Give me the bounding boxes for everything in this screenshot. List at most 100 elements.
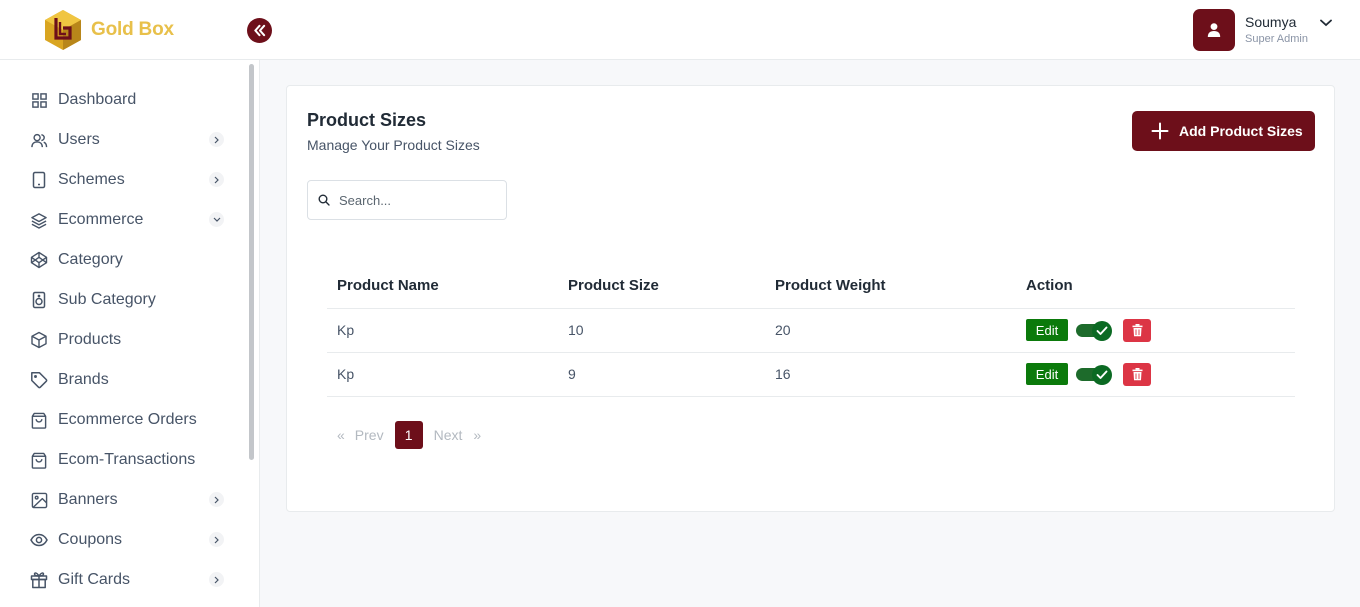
status-toggle[interactable]	[1076, 320, 1113, 341]
layers-icon	[30, 211, 48, 229]
first-page-button[interactable]: «	[337, 427, 345, 443]
edit-button[interactable]: Edit	[1026, 363, 1068, 385]
chevron-down-icon[interactable]	[1320, 19, 1332, 27]
sidebar-item-label: Ecommerce	[58, 211, 144, 228]
search-icon	[318, 194, 330, 206]
gift-icon	[30, 571, 48, 589]
search-box[interactable]	[307, 180, 507, 220]
cell-product-weight: 16	[765, 352, 1016, 397]
page-title: Product Sizes	[307, 110, 427, 130]
cell-product-weight: 20	[765, 308, 1016, 353]
codepen-icon	[30, 251, 48, 269]
sidebar-item-label: Ecom-Transactions	[58, 451, 196, 468]
delete-button[interactable]	[1123, 318, 1151, 342]
trash-icon	[1132, 323, 1142, 336]
sidebar-item-label: Banners	[58, 491, 118, 508]
user-name: Soumya	[1245, 14, 1297, 30]
brand-name: Gold Box	[91, 19, 174, 40]
sidebar-item-label: Sub Category	[58, 291, 156, 308]
sidebar-item-ecom-transactions[interactable]: Ecom-Transactions	[0, 440, 245, 480]
pagination: « Prev 1 Next »	[337, 421, 481, 449]
plus-icon	[1151, 122, 1169, 140]
chevrons-left-icon	[254, 24, 266, 37]
shopping-bag-icon	[30, 451, 48, 469]
sidebar-item-banners[interactable]: Banners	[0, 480, 245, 520]
sidebar-item-brands[interactable]: Brands	[0, 360, 245, 400]
sidebar-item-ecommerce-orders[interactable]: Ecommerce Orders	[0, 400, 245, 440]
cell-product-size: 10	[558, 308, 765, 353]
sidebar-item-label: Schemes	[58, 171, 125, 188]
sidebar-item-schemes[interactable]: Schemes	[0, 160, 245, 200]
sidebar: Dashboard Users Schemes Ecommerce Catego…	[0, 60, 260, 607]
sidebar-item-products[interactable]: Products	[0, 320, 245, 360]
gold-box-logo-icon	[45, 10, 81, 50]
table-row: Kp 10 20 Edit	[327, 308, 1295, 353]
box-icon	[30, 331, 48, 349]
chevron-right-icon[interactable]	[209, 572, 224, 587]
prev-page-button[interactable]: Prev	[355, 427, 384, 443]
next-page-button[interactable]: Next	[434, 427, 463, 443]
eye-icon	[30, 531, 48, 549]
speaker-icon	[30, 291, 48, 309]
add-product-sizes-button[interactable]: Add Product Sizes	[1132, 111, 1315, 151]
shopping-bag-icon	[30, 411, 48, 429]
sidebar-item-sub-category[interactable]: Sub Category	[0, 280, 245, 320]
product-sizes-card: Product Sizes Manage Your Product Sizes …	[286, 85, 1335, 512]
tag-icon	[30, 371, 48, 389]
cell-product-name: Kp	[327, 352, 558, 397]
chevron-right-icon[interactable]	[209, 132, 224, 147]
avatar	[1193, 9, 1235, 51]
product-sizes-table: Product Name Product Size Product Weight…	[327, 264, 1295, 397]
trash-icon	[1132, 367, 1142, 380]
sidebar-nav: Dashboard Users Schemes Ecommerce Catego…	[0, 80, 245, 600]
sidebar-item-label: Brands	[58, 371, 109, 388]
brand[interactable]: Gold Box	[42, 8, 174, 52]
sidebar-item-users[interactable]: Users	[0, 120, 245, 160]
add-product-sizes-label: Add Product Sizes	[1179, 123, 1303, 139]
chevron-down-icon[interactable]	[209, 212, 224, 227]
cell-actions: Edit	[1016, 308, 1295, 353]
sidebar-item-label: Products	[58, 331, 122, 348]
user-icon	[1207, 23, 1221, 37]
sidebar-item-label: Coupons	[58, 531, 123, 548]
page-subtitle: Manage Your Product Sizes	[307, 137, 480, 153]
table-header-row: Product Name Product Size Product Weight…	[327, 264, 1295, 309]
column-header-product-name[interactable]: Product Name	[327, 264, 558, 309]
sidebar-item-label: Category	[58, 251, 123, 268]
sidebar-scrollbar[interactable]	[249, 64, 254, 460]
check-icon	[1092, 364, 1112, 385]
column-header-action: Action	[1016, 264, 1295, 309]
check-icon	[1092, 320, 1112, 341]
chevron-right-icon[interactable]	[209, 172, 224, 187]
column-header-product-size[interactable]: Product Size	[558, 264, 765, 309]
user-role: Super Admin	[1245, 33, 1308, 45]
cell-product-size: 9	[558, 352, 765, 397]
column-header-product-weight[interactable]: Product Weight	[765, 264, 1016, 309]
edit-button[interactable]: Edit	[1026, 319, 1068, 341]
page-1-button[interactable]: 1	[394, 421, 423, 449]
sidebar-item-ecommerce[interactable]: Ecommerce	[0, 200, 245, 240]
collapse-sidebar-button[interactable]	[247, 18, 272, 43]
sidebar-item-label: Ecommerce Orders	[58, 411, 197, 428]
sidebar-item-label: Users	[58, 131, 100, 148]
users-icon	[30, 131, 48, 149]
cell-actions: Edit	[1016, 352, 1295, 397]
sidebar-item-coupons[interactable]: Coupons	[0, 520, 245, 560]
sidebar-item-dashboard[interactable]: Dashboard	[0, 80, 245, 120]
user-menu[interactable]: Soumya Super Admin	[1193, 9, 1332, 51]
chevron-right-icon[interactable]	[209, 532, 224, 547]
table-row: Kp 9 16 Edit	[327, 352, 1295, 397]
sidebar-item-category[interactable]: Category	[0, 240, 245, 280]
status-toggle[interactable]	[1076, 364, 1113, 385]
image-icon	[30, 491, 48, 509]
cell-product-name: Kp	[327, 308, 558, 353]
sidebar-item-label: Gift Cards	[58, 571, 131, 588]
search-input[interactable]	[339, 192, 499, 208]
last-page-button[interactable]: »	[473, 427, 481, 443]
chevron-right-icon[interactable]	[209, 492, 224, 507]
top-bar: Gold Box Soumya Super Admin	[0, 0, 1360, 60]
sidebar-item-label: Dashboard	[58, 91, 137, 108]
delete-button[interactable]	[1123, 362, 1151, 386]
grid-icon	[30, 91, 48, 109]
sidebar-item-gift-cards[interactable]: Gift Cards	[0, 560, 245, 600]
